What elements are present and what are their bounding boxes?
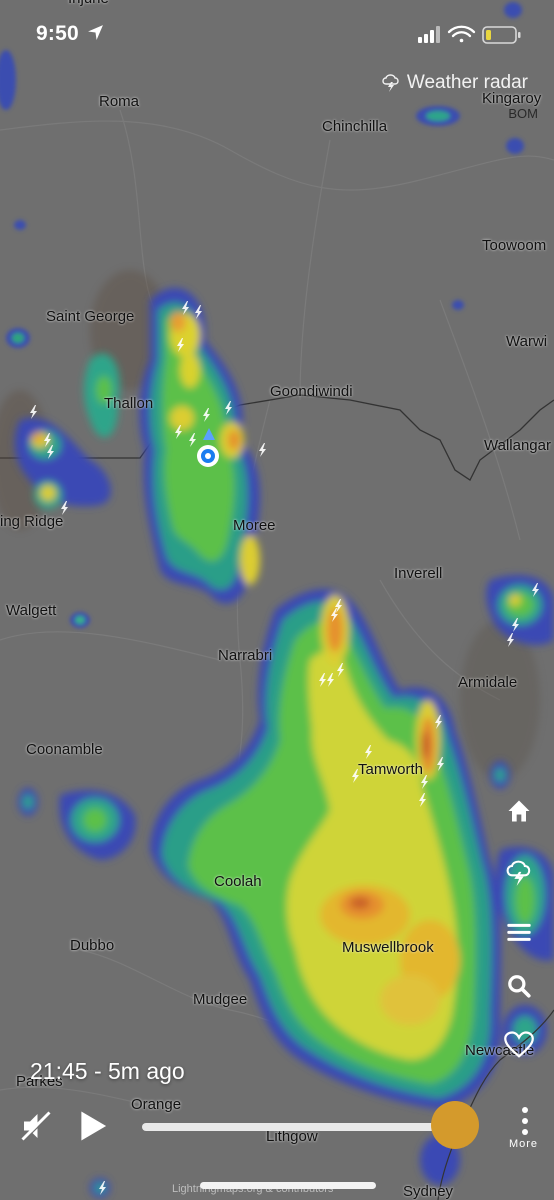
play-button[interactable] [78,1110,108,1147]
radar-title-text: Weather radar [406,72,528,93]
place-label: Tamworth [358,761,424,778]
mute-icon [21,1111,52,1142]
cellular-signal-icon [418,26,440,43]
status-icons [418,24,528,46]
place-label: Dubbo [70,937,115,954]
place-label: Toowoom [482,237,547,254]
place-label: Thallon [104,395,154,412]
timeline-slider[interactable] [142,1123,458,1131]
place-label: Injune [68,0,109,7]
home-button[interactable] [502,794,536,828]
place-label: ing Ridge [0,513,64,530]
place-label: Chinchilla [322,118,388,135]
favorites-button[interactable] [502,1028,536,1062]
location-arrow-icon [87,25,103,40]
storm-layer-button[interactable] [502,856,536,890]
mute-button[interactable] [18,1108,54,1149]
thunderstorm-icon [382,74,399,92]
play-icon [81,1111,107,1141]
place-label: Moree [233,517,276,534]
place-label: Coolah [214,873,262,890]
thunderstorm-icon [506,860,531,886]
place-label: Walgett [6,602,57,619]
hamburger-menu-icon [507,923,531,941]
place-label: Wallangar [484,437,551,454]
search-button[interactable] [502,969,536,1003]
home-icon [508,800,530,822]
status-time: 9:50 [36,22,104,46]
place-label: Roma [99,93,140,110]
radar-map[interactable] [0,0,554,1200]
radar-title[interactable]: Weather radar [381,72,528,94]
home-indicator [200,1182,376,1189]
battery-icon [482,26,521,44]
place-label: Goondiwindi [270,383,353,400]
radar-source: BOM [508,106,538,121]
more-label: More [508,1138,538,1150]
more-dots-icon [522,1107,528,1135]
place-label: Armidale [458,674,518,691]
frame-timestamp: 21:45 - 5m ago [30,1058,185,1084]
place-label: Warwi [506,333,548,350]
more-button[interactable] [520,1106,530,1141]
place-label: Sydney [403,1183,454,1200]
timeline-slider-knob[interactable] [431,1101,479,1149]
place-label: Inverell [394,565,443,582]
place-label: Mudgee [193,991,248,1008]
search-icon [508,975,531,998]
place-label: Orange [131,1096,182,1113]
place-label: Coonamble [26,741,103,758]
place-label: Narrabri [218,647,273,664]
place-label: Saint George [46,308,135,325]
menu-button[interactable] [502,915,536,949]
wifi-icon [447,25,476,43]
heart-icon [504,1031,534,1058]
place-label: Muswellbrook [342,939,434,956]
